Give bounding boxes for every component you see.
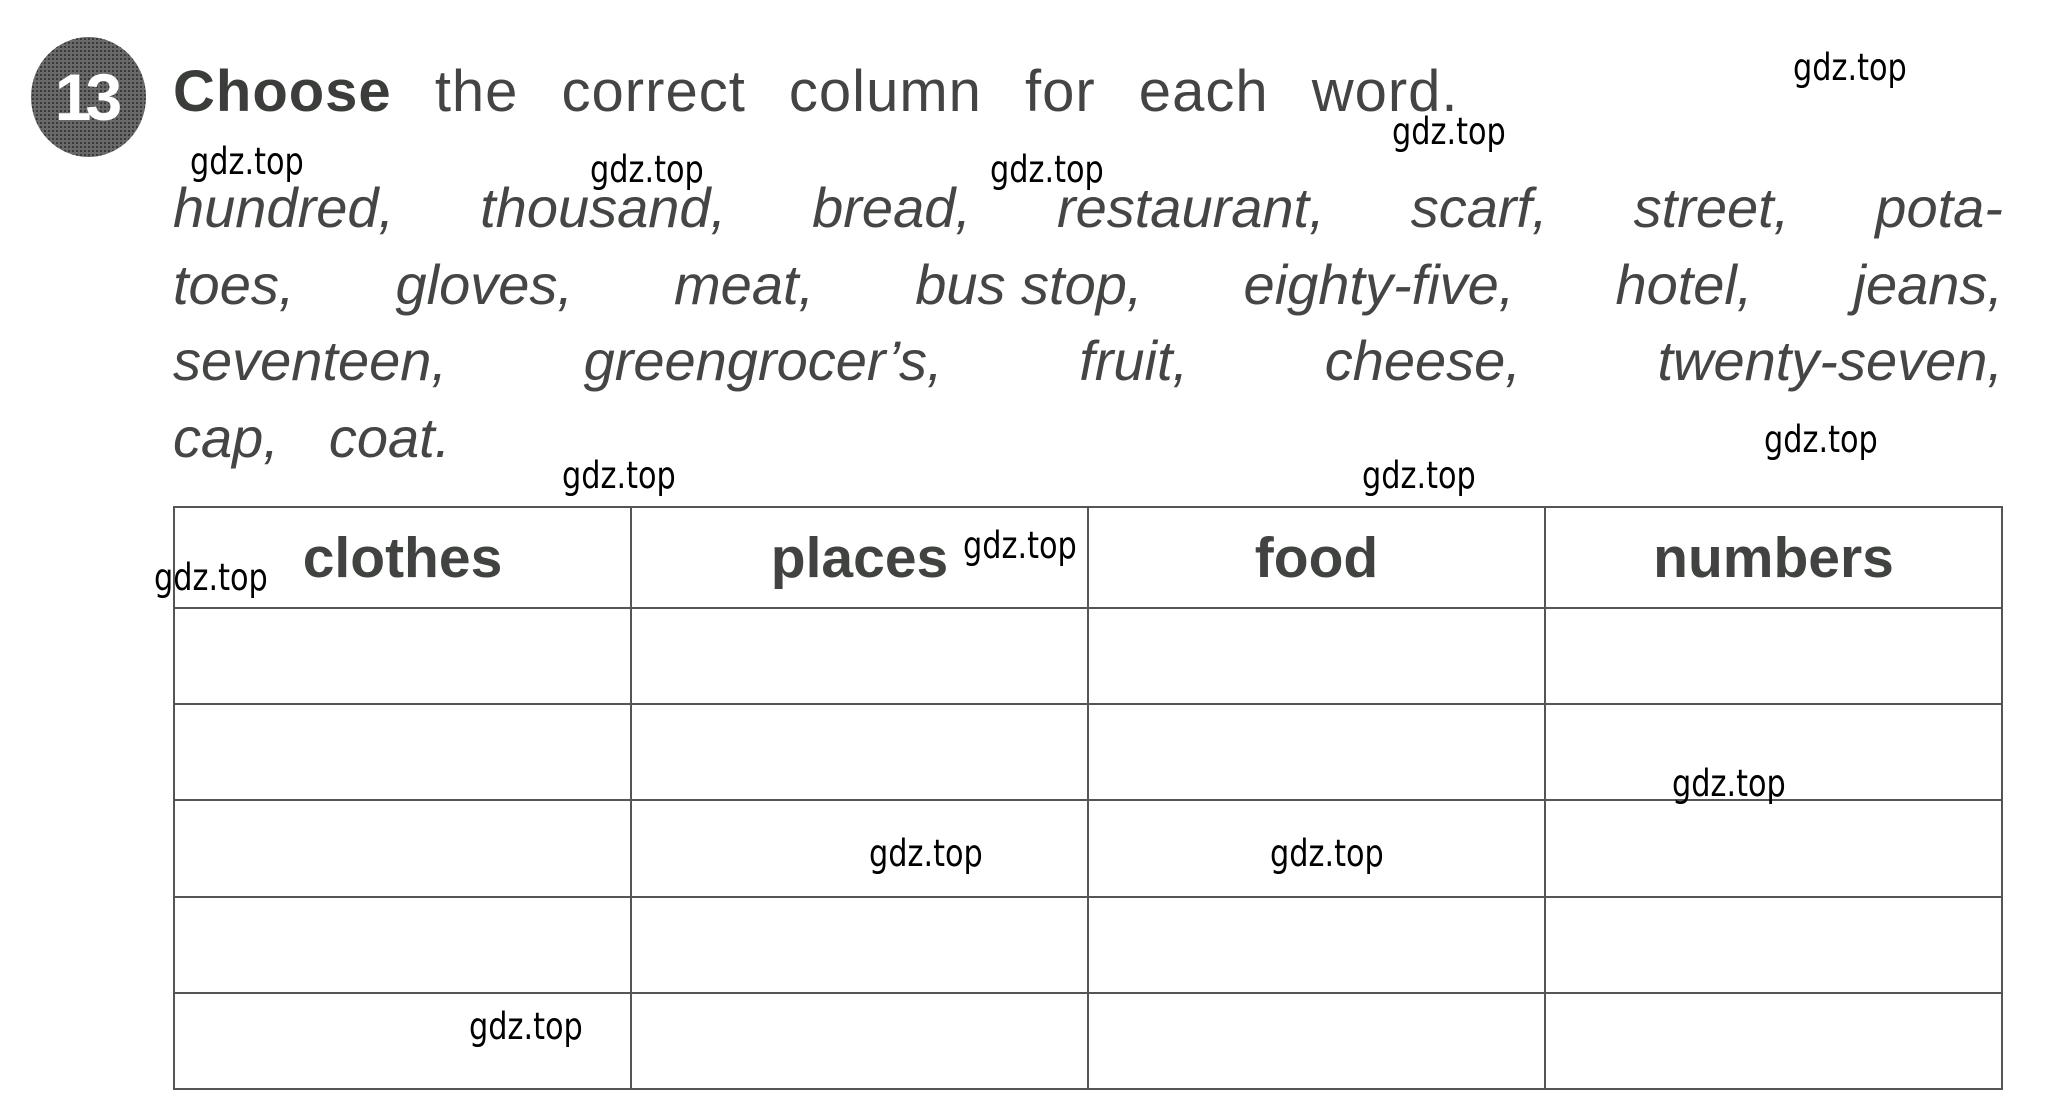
word: seventeen, (173, 329, 447, 392)
word: twenty-seven, (1657, 329, 2003, 392)
exercise-number-badge: 13 (31, 37, 146, 157)
answer-cell[interactable] (173, 895, 632, 994)
word: cheese, (1324, 329, 1521, 392)
watermark: gdz.top (590, 148, 704, 191)
instruction-text: the correct column for each word. (434, 59, 1459, 124)
answer-cell[interactable] (1544, 799, 2003, 898)
watermark: gdz.top (1672, 762, 1786, 805)
word: fruit, (1079, 329, 1189, 392)
column-header-numbers: numbers (1544, 506, 2003, 609)
answer-cell[interactable] (173, 799, 632, 898)
word: greengrocer’s, (583, 329, 943, 392)
word: cap, (173, 405, 279, 469)
answer-cell[interactable] (630, 799, 1089, 898)
word: bread, (812, 176, 971, 239)
word: toes, (173, 252, 295, 316)
word-bank: hundred, thousand, bread, restaurant, sc… (173, 170, 2003, 476)
answer-cell[interactable] (1087, 703, 1546, 802)
exercise-instruction: Choose the correct column for each word. (173, 58, 1459, 125)
watermark: gdz.top (1764, 418, 1878, 461)
column-header-food: food (1087, 506, 1546, 609)
word-line: toes, gloves, meat, bus stop, eighty-fiv… (173, 247, 2003, 324)
answer-cell[interactable] (1544, 606, 2003, 706)
watermark: gdz.top (154, 556, 268, 599)
word: coat. (328, 405, 451, 469)
watermark: gdz.top (990, 148, 1104, 191)
word: bus stop, (915, 252, 1143, 316)
exercise-number: 13 (54, 60, 122, 134)
answer-cell[interactable] (1544, 895, 2003, 994)
word: eighty-five, (1243, 252, 1515, 316)
word: hotel, (1615, 252, 1753, 316)
table-header-row: clothes places food numbers (173, 506, 2003, 609)
word: gloves, (395, 252, 573, 316)
word: jeans, (1853, 252, 2003, 316)
watermark: gdz.top (1270, 832, 1384, 875)
watermark: gdz.top (1392, 110, 1506, 153)
word: meat, (674, 252, 815, 316)
watermark: gdz.top (1793, 46, 1907, 89)
answer-cell[interactable] (630, 606, 1089, 706)
answer-cell[interactable] (1087, 606, 1546, 706)
answer-cell[interactable] (173, 606, 632, 706)
answer-cell[interactable] (173, 703, 632, 802)
answer-cell[interactable] (1544, 991, 2003, 1091)
answer-cell[interactable] (630, 703, 1089, 802)
watermark: gdz.top (1362, 454, 1476, 497)
answer-cell[interactable] (1087, 895, 1546, 994)
word-line: seventeen, greengrocer’s, fruit, cheese,… (173, 323, 2003, 400)
word-line: cap, coat. (173, 400, 2003, 477)
table-row (173, 799, 2003, 898)
answer-cell[interactable] (1087, 991, 1546, 1091)
instruction-verb: Choose (173, 59, 392, 124)
watermark: gdz.top (562, 454, 676, 497)
table-row (173, 895, 2003, 994)
watermark: gdz.top (963, 524, 1077, 567)
word: scarf, (1410, 176, 1548, 239)
watermark: gdz.top (190, 140, 304, 183)
answer-cell[interactable] (630, 895, 1089, 994)
answer-cell[interactable] (630, 991, 1089, 1091)
word: street, (1633, 176, 1790, 239)
watermark: gdz.top (869, 832, 983, 875)
table-row (173, 606, 2003, 706)
watermark: gdz.top (469, 1005, 583, 1048)
word: pota- (1875, 176, 2003, 239)
table-row (173, 991, 2003, 1091)
